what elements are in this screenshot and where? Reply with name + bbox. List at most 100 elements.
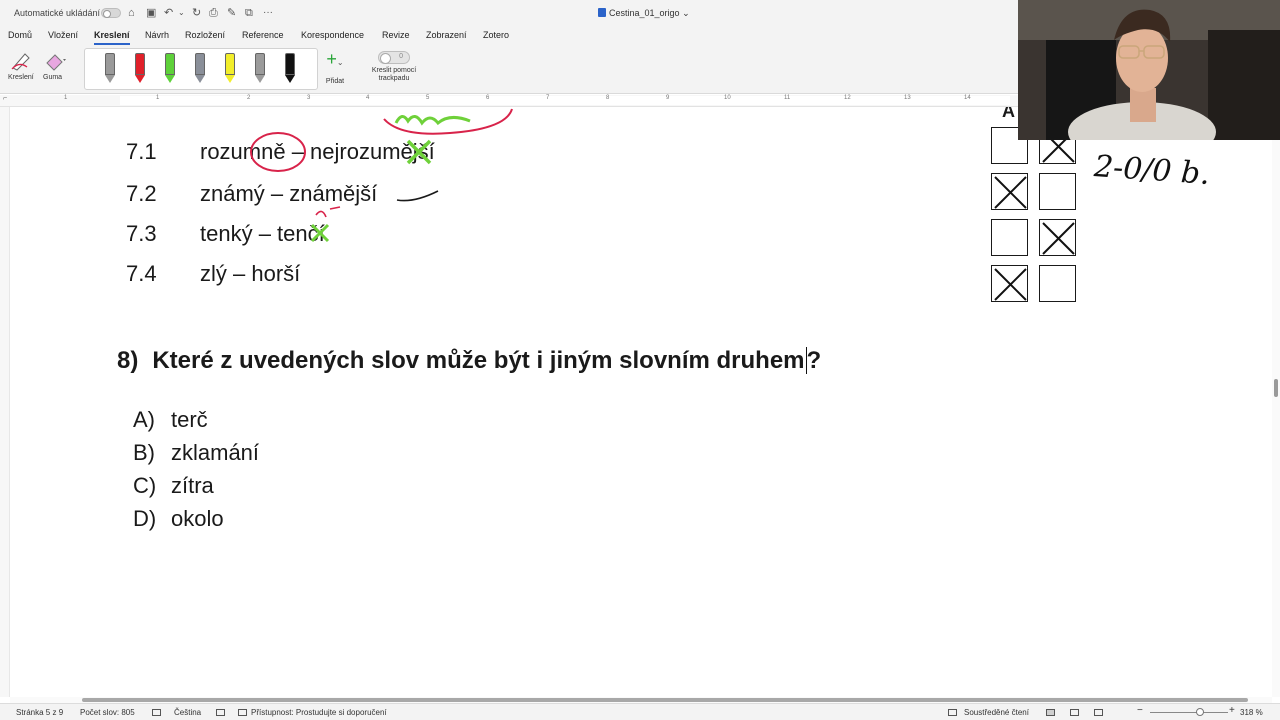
vertical-scrollbar[interactable] xyxy=(1272,107,1280,697)
word-count[interactable]: Počet slov: 805 xyxy=(80,708,135,717)
trackpad-draw-toggle[interactable]: 0 Kreslit pomocí trackpadu xyxy=(366,51,422,83)
print-icon[interactable]: ⎙ xyxy=(209,6,218,20)
autosave-toggle[interactable] xyxy=(101,8,121,18)
pen-gallery xyxy=(84,48,318,90)
ruler-number: 3 xyxy=(307,95,311,101)
answer-grid-header: A xyxy=(1002,107,1015,121)
language-indicator[interactable]: Čeština xyxy=(174,708,201,717)
accessibility-icon[interactable] xyxy=(238,708,251,717)
web-layout-icon[interactable] xyxy=(1070,708,1083,717)
answer-option-d: D) okolo xyxy=(133,506,224,532)
document-title[interactable]: Cestina_01_origo ⌄ xyxy=(598,8,690,19)
zoom-in-icon[interactable]: + xyxy=(1229,705,1235,716)
home-icon[interactable]: ⌂ xyxy=(128,6,135,20)
ruler-number: 9 xyxy=(666,95,670,101)
option-letter: B) xyxy=(133,440,155,465)
tab-kresleni[interactable]: Kreslení xyxy=(94,30,130,45)
ruler-number: 11 xyxy=(784,95,791,101)
pen-green[interactable] xyxy=(164,53,176,85)
pen-tip xyxy=(165,75,175,83)
page-indicator[interactable]: Stránka 5 z 9 xyxy=(16,708,63,717)
print-layout-icon[interactable] xyxy=(1046,708,1059,717)
pen-tip xyxy=(105,75,115,83)
tab-revize[interactable]: Revize xyxy=(382,30,410,40)
pen-red[interactable] xyxy=(134,53,146,85)
zoom-level[interactable]: 318 % xyxy=(1240,708,1263,717)
draw-tool-button[interactable]: Kreslení xyxy=(8,49,36,81)
ruler-number: 14 xyxy=(964,95,971,101)
item-number: 7.4 xyxy=(126,261,157,286)
ruler-text-area xyxy=(120,96,1010,105)
document-name: Cestina_01_origo xyxy=(609,8,680,18)
pen-icon[interactable]: ✎ xyxy=(227,6,236,20)
answer-box xyxy=(991,219,1028,256)
tab-zotero[interactable]: Zotero xyxy=(483,30,509,40)
pen-black[interactable] xyxy=(284,53,296,85)
pen-pencil[interactable] xyxy=(194,53,206,85)
word-window: Automatické ukládání ⌂ ▣ ↶ ⌄ ↻ ⎙ ✎ ⧉ ···… xyxy=(0,0,1280,720)
spellcheck-icon[interactable] xyxy=(152,708,165,717)
outline-view-icon[interactable] xyxy=(1094,708,1107,717)
tab-domu[interactable]: Domů xyxy=(8,30,32,40)
tab-korespondence[interactable]: Korespondence xyxy=(301,30,364,40)
focus-mode-button[interactable]: Soustředěné čtení xyxy=(964,708,1029,717)
vertical-ruler[interactable] xyxy=(0,107,10,697)
chevron-down-icon: ⌄ xyxy=(336,58,344,67)
ink-caron-red xyxy=(315,206,341,218)
ink-check-black xyxy=(396,190,439,202)
pen-gray[interactable] xyxy=(104,53,116,85)
tab-navrh[interactable]: Návrh xyxy=(145,30,169,40)
tab-vlozeni[interactable]: Vložení xyxy=(48,30,78,40)
question-number: 8) xyxy=(117,347,139,374)
question-8: 8) Které z uvedených slov může být i jiný… xyxy=(117,347,821,375)
option-letter: C) xyxy=(133,473,157,498)
zoom-slider-knob[interactable] xyxy=(1196,708,1204,716)
eraser-tool-button[interactable]: Guma xyxy=(40,49,70,81)
pen-silver[interactable] xyxy=(254,53,266,85)
ink-circle-red xyxy=(250,132,306,172)
horizontal-scroll-thumb[interactable] xyxy=(82,698,1248,702)
zoom-slider[interactable] xyxy=(1150,712,1228,713)
redo-icon[interactable]: ↻ xyxy=(192,6,201,20)
question-mark: ? xyxy=(806,347,822,374)
text-predictions-icon[interactable] xyxy=(216,708,229,717)
document-page[interactable]: 7.1 rozumně – nejrozumější 7.2 známý – z… xyxy=(10,107,1272,697)
ruler-tab-marker-icon[interactable]: ⌐ xyxy=(3,95,7,102)
ruler-number: 7 xyxy=(546,95,550,101)
accessibility-status[interactable]: Přístupnost: Prostudujte si doporučení xyxy=(251,708,387,717)
tab-reference[interactable]: Reference xyxy=(242,30,284,40)
tab-rozlozeni[interactable]: Rozložení xyxy=(185,30,225,40)
ruler-number: 1 xyxy=(64,95,68,101)
answer-option-c: C) zítra xyxy=(133,473,214,499)
ruler-number: 8 xyxy=(606,95,610,101)
draw-tool-label: Kreslení xyxy=(8,74,34,81)
vertical-scroll-thumb[interactable] xyxy=(1274,379,1278,397)
answer-box xyxy=(1039,265,1076,302)
add-pen-label: Přidat xyxy=(325,78,345,85)
add-pen-button[interactable]: +⌄ Přidat xyxy=(320,50,350,85)
option-text: zítra xyxy=(171,473,214,498)
pen-tip xyxy=(135,75,145,83)
focus-icon[interactable] xyxy=(948,708,961,717)
pen-tip xyxy=(255,75,265,83)
ruler-number: 4 xyxy=(366,95,370,101)
undo-dropdown-icon[interactable]: ⌄ xyxy=(178,6,185,20)
track-changes-icon[interactable]: ⧉ xyxy=(245,6,253,20)
more-icon[interactable]: ··· xyxy=(263,6,273,20)
save-icon[interactable]: ▣ xyxy=(146,6,156,20)
highlighter-yellow[interactable] xyxy=(224,53,236,85)
ruler-number: 13 xyxy=(904,95,911,101)
question-text: Které z uvedených slov může být i jiným … xyxy=(152,347,805,374)
eraser-tool-label: Guma xyxy=(43,74,63,81)
trackpad-switch[interactable]: 0 xyxy=(378,51,410,64)
pen-body xyxy=(195,53,205,75)
zoom-out-icon[interactable]: − xyxy=(1137,705,1143,716)
undo-icon[interactable]: ↶ xyxy=(164,6,173,20)
pen-tip xyxy=(225,75,235,83)
pen-body xyxy=(255,53,265,75)
presenter-video-image xyxy=(1018,0,1280,140)
answer-box-crossed xyxy=(991,173,1028,210)
pen-body xyxy=(105,53,115,75)
horizontal-ruler[interactable]: ⌐ 1 1 2 3 4 5 6 7 8 9 10 11 12 13 14 xyxy=(0,95,1020,107)
tab-zobrazeni[interactable]: Zobrazení xyxy=(426,30,467,40)
